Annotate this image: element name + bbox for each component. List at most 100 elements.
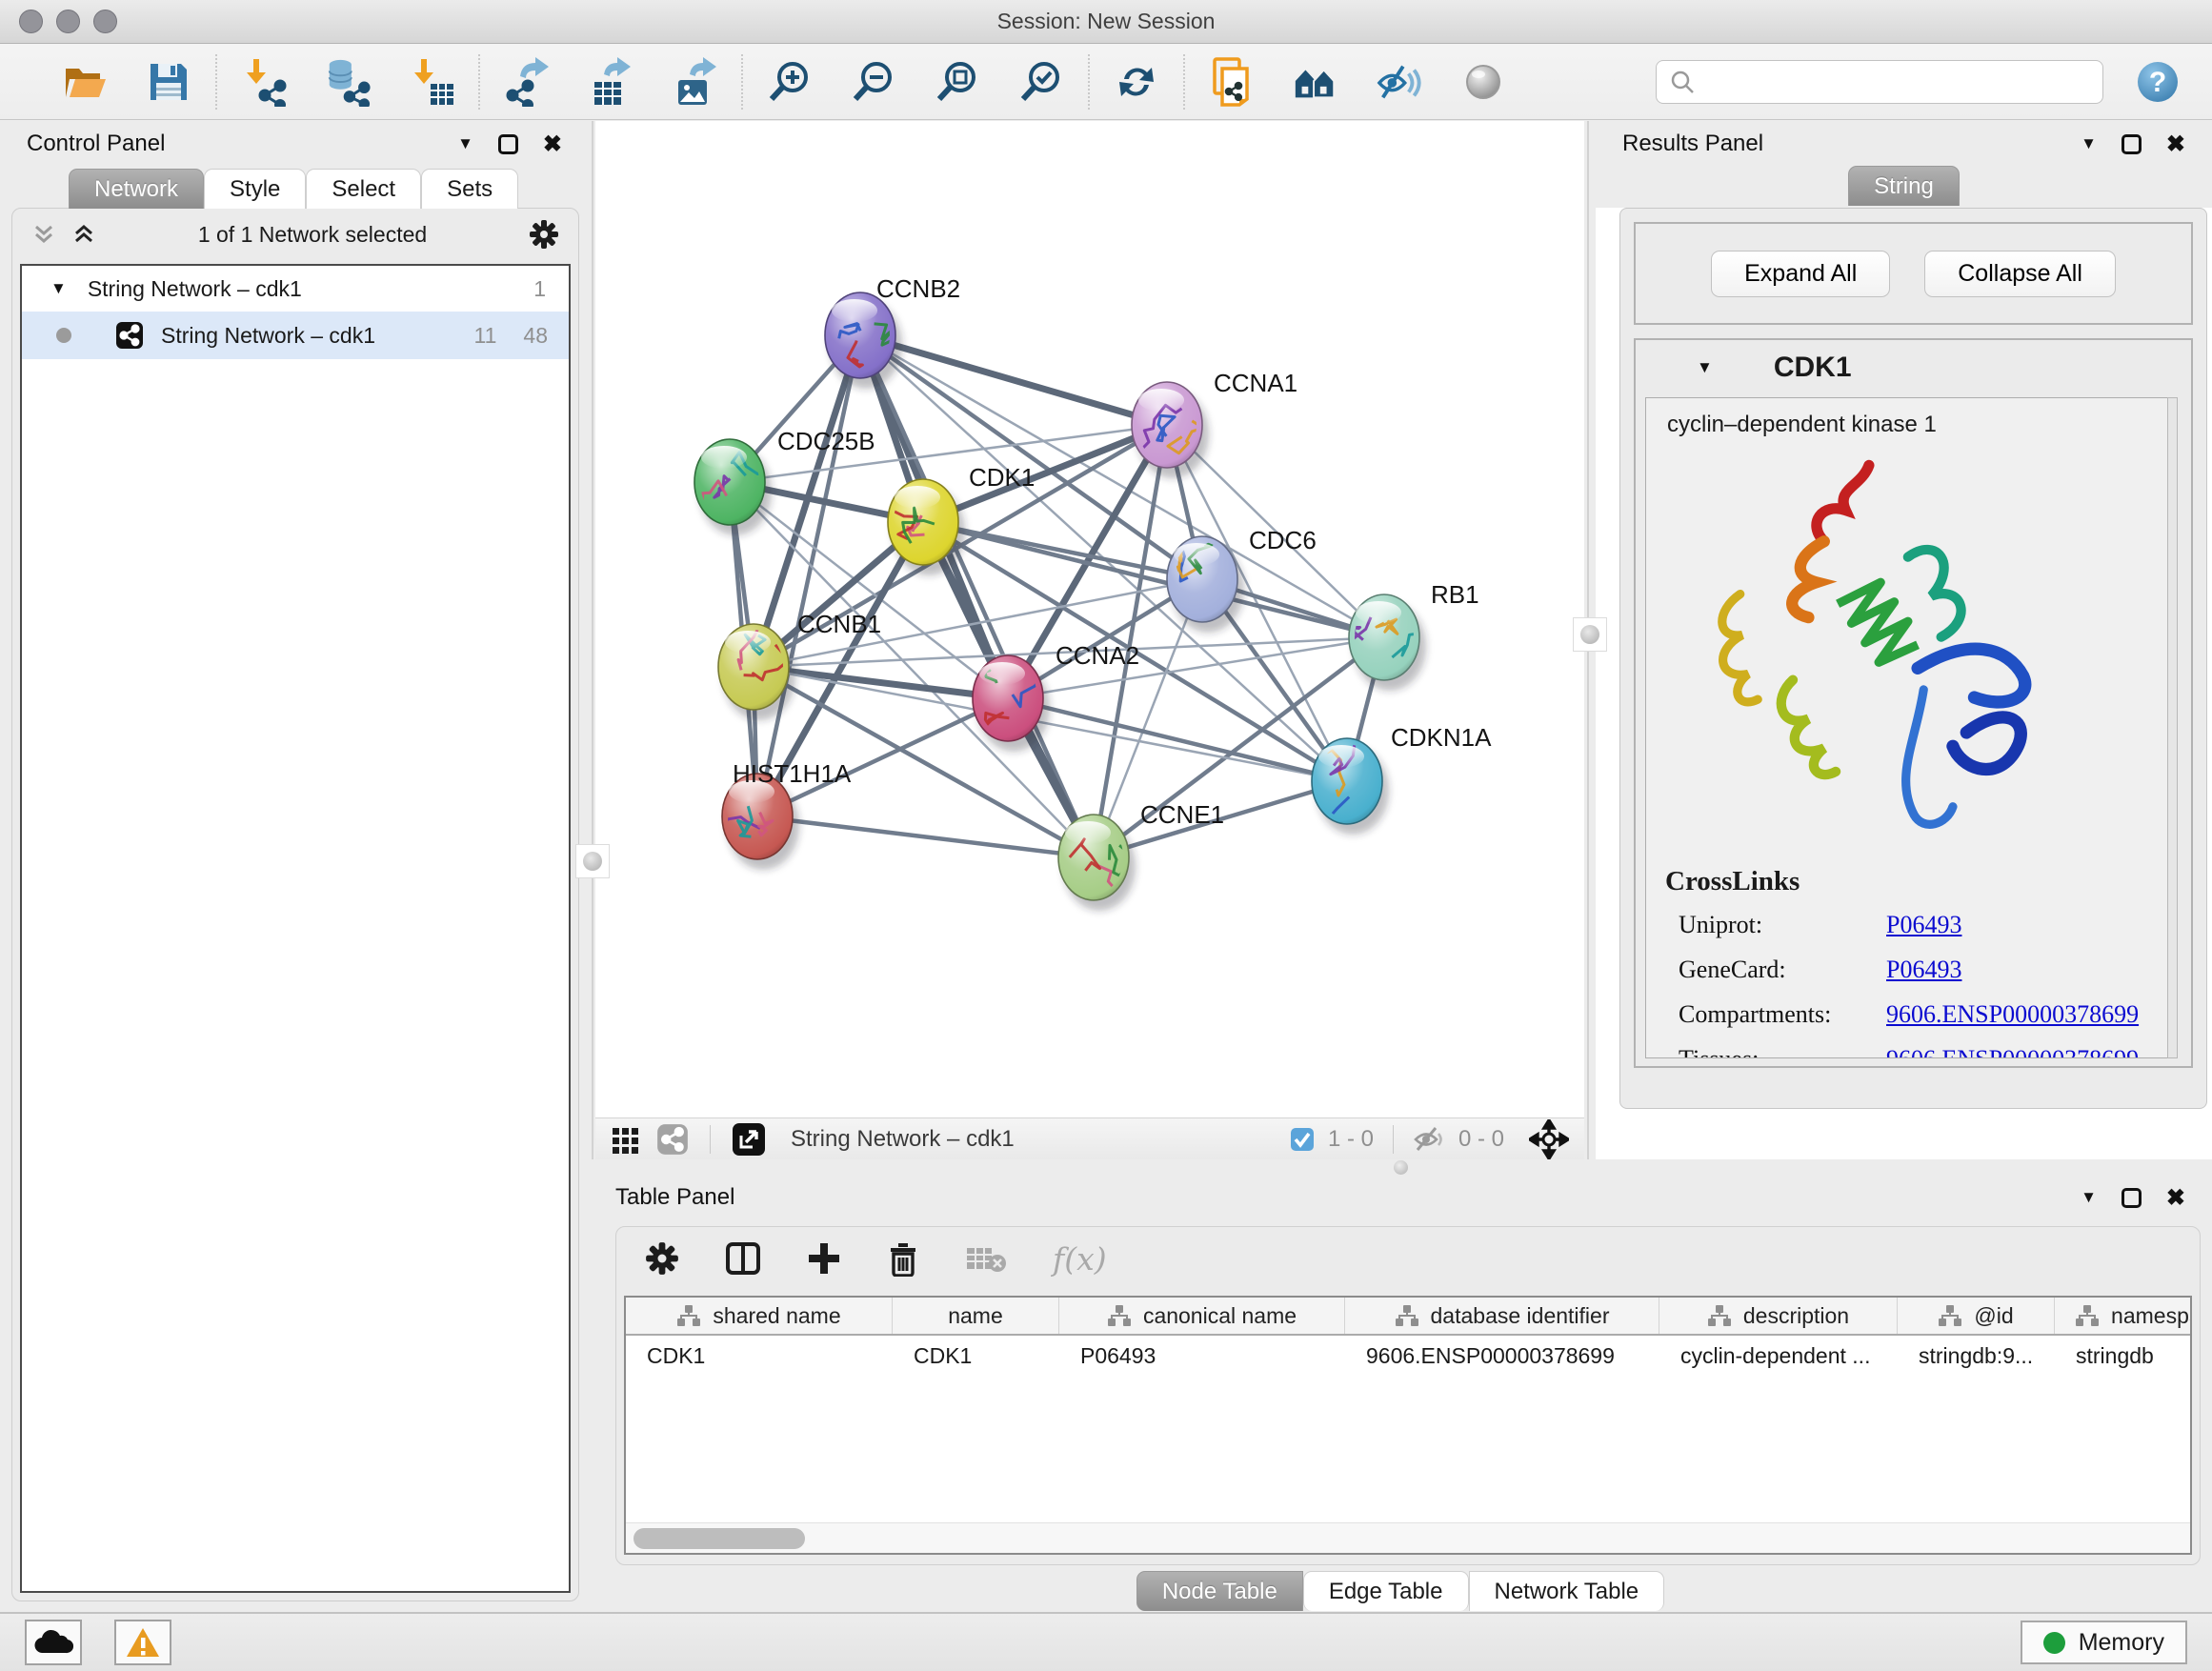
hide-selected-button[interactable] (1376, 57, 1423, 107)
network-svg[interactable]: CCNB2CCNA1CDC25BCDK1CDC6RB1CCNB1CCNA2CDK… (595, 121, 1584, 1117)
collapse-panel-icon[interactable]: ▼ (2081, 134, 2097, 153)
show-columns-icon[interactable] (725, 1240, 761, 1277)
zoom-out-button[interactable] (850, 57, 897, 107)
collapse-all-networks-icon[interactable] (71, 222, 96, 247)
import-network-file-button[interactable] (240, 57, 288, 107)
scrollbar-thumb[interactable] (633, 1528, 805, 1549)
tab-style[interactable]: Style (204, 169, 306, 209)
table-cell[interactable]: cyclin-dependent ... (1659, 1343, 1898, 1369)
network-view-canvas[interactable]: CCNB2CCNA1CDC25BCDK1CDC6RB1CCNB1CCNA2CDK… (595, 121, 1584, 1117)
delete-column-trash-icon[interactable] (887, 1240, 919, 1277)
refresh-button[interactable] (1113, 57, 1160, 107)
column-header-canonical-name[interactable]: canonical name (1059, 1298, 1345, 1334)
column-header-@id[interactable]: @id (1898, 1298, 2055, 1334)
grid-view-icon[interactable] (611, 1124, 641, 1155)
column-header-namespace[interactable]: namespace (2055, 1298, 2192, 1334)
import-table-file-button[interactable] (408, 57, 455, 107)
node-CCNA1[interactable]: CCNA1 (1132, 369, 1297, 478)
selected-nodes-checkbox-icon[interactable] (1290, 1127, 1315, 1152)
close-panel-icon[interactable]: ✖ (543, 131, 562, 158)
node-CCNE1[interactable]: CCNE1 (1058, 800, 1224, 911)
export-image-button[interactable] (671, 57, 718, 107)
right-splitter[interactable] (1584, 121, 1591, 1159)
horizontal-splitter-handle[interactable] (1394, 1160, 1408, 1175)
column-header-shared-name[interactable]: shared name (626, 1298, 893, 1334)
node-table[interactable]: shared namenamecanonical namedatabase id… (624, 1296, 2192, 1555)
node-CCNB2[interactable]: CCNB2 (825, 274, 960, 389)
export-network-button[interactable] (503, 57, 551, 107)
clone-network-button[interactable] (1208, 57, 1256, 107)
cloud-status-button[interactable] (25, 1620, 82, 1665)
float-panel-icon[interactable] (2122, 1188, 2142, 1208)
network-options-gear-icon[interactable] (529, 219, 559, 250)
collapse-panel-icon[interactable]: ▼ (457, 134, 473, 153)
tab-network[interactable]: Network (69, 169, 204, 209)
birdseye-view-icon[interactable] (732, 1122, 766, 1157)
memory-button[interactable]: Memory (2021, 1621, 2187, 1664)
node-CDK1[interactable]: CDK1 (879, 463, 1036, 575)
collapse-panel-icon[interactable]: ▼ (2081, 1188, 2097, 1207)
table-cell[interactable]: stringdb (2055, 1343, 2192, 1369)
table-cell[interactable]: CDK1 (626, 1343, 893, 1369)
tab-string[interactable]: String (1848, 166, 1960, 206)
node-entry-header[interactable]: ▼ CDK1 (1636, 340, 2191, 395)
fit-content-crosshair-icon[interactable] (1529, 1119, 1569, 1159)
help-button[interactable]: ? (2134, 57, 2182, 107)
left-splitter-handle[interactable] (575, 844, 610, 878)
node-HIST1H1A[interactable]: HIST1H1A (707, 759, 852, 870)
table-options-gear-icon[interactable] (645, 1241, 679, 1276)
float-panel-icon[interactable] (2122, 134, 2142, 154)
collection-expand-icon[interactable]: ▼ (50, 279, 67, 298)
entry-collapse-icon[interactable]: ▼ (1697, 358, 1713, 377)
float-panel-icon[interactable] (498, 134, 518, 154)
search-field[interactable] (1704, 69, 2089, 95)
zoom-selected-button[interactable] (1017, 57, 1065, 107)
tab-edge-table[interactable]: Edge Table (1303, 1571, 1469, 1611)
warning-status-button[interactable] (114, 1620, 171, 1665)
tab-node-table[interactable]: Node Table (1136, 1571, 1303, 1611)
zoom-fit-button[interactable] (934, 57, 981, 107)
hidden-eye-slash-icon[interactable] (1413, 1125, 1445, 1154)
close-panel-icon[interactable]: ✖ (2166, 131, 2185, 158)
expand-all-networks-icon[interactable] (31, 222, 56, 247)
table-cell[interactable]: 9606.ENSP00000378699 (1345, 1343, 1659, 1369)
network-row-selected[interactable]: String Network – cdk1 11 48 (22, 312, 569, 359)
right-splitter-handle[interactable] (1573, 617, 1607, 652)
zoom-in-button[interactable] (766, 57, 814, 107)
close-panel-icon[interactable]: ✖ (2166, 1184, 2185, 1212)
crosslink-link[interactable]: 9606.ENSP00000378699 (1886, 1045, 2139, 1058)
vizmapper-home-button[interactable] (1292, 57, 1339, 107)
collapse-all-button[interactable]: Collapse All (1924, 251, 2116, 297)
delete-table-icon[interactable] (965, 1242, 1007, 1275)
import-network-database-button[interactable] (324, 57, 372, 107)
crosslink-link[interactable]: P06493 (1886, 956, 1961, 984)
table-cell[interactable]: P06493 (1059, 1343, 1345, 1369)
crosslink-link[interactable]: P06493 (1886, 911, 1961, 939)
export-table-button[interactable] (587, 57, 634, 107)
tab-sets[interactable]: Sets (421, 169, 518, 209)
expand-all-button[interactable]: Expand All (1711, 251, 1890, 297)
tree-column-icon (1107, 1304, 1132, 1327)
save-session-button[interactable] (145, 57, 192, 107)
column-header-database-identifier[interactable]: database identifier (1345, 1298, 1659, 1334)
horizontal-splitter[interactable] (589, 1159, 2212, 1175)
network-collection-row[interactable]: ▼ String Network – cdk1 1 (22, 266, 569, 312)
tab-select[interactable]: Select (306, 169, 421, 209)
table-cell[interactable]: CDK1 (893, 1343, 1059, 1369)
show-all-button[interactable] (1459, 57, 1507, 107)
network-share-icon[interactable] (656, 1123, 689, 1156)
node-RB1[interactable]: RB1 (1349, 580, 1479, 691)
table-cell[interactable]: stringdb:9... (1898, 1343, 2055, 1369)
column-header-name[interactable]: name (893, 1298, 1059, 1334)
function-builder-icon[interactable]: f(x) (1053, 1240, 1107, 1278)
results-scrollbar[interactable] (2167, 397, 2178, 1058)
table-row[interactable]: CDK1CDK1P064939606.ENSP00000378699cyclin… (626, 1336, 2190, 1376)
search-input[interactable] (1656, 60, 2103, 104)
export-table-icon (587, 57, 634, 107)
column-header-description[interactable]: description (1659, 1298, 1898, 1334)
open-session-button[interactable] (61, 57, 109, 107)
tab-network-table[interactable]: Network Table (1469, 1571, 1665, 1611)
add-column-plus-icon[interactable] (807, 1241, 841, 1276)
crosslink-link[interactable]: 9606.ENSP00000378699 (1886, 1000, 2139, 1029)
table-horizontal-scrollbar[interactable] (626, 1522, 2190, 1553)
